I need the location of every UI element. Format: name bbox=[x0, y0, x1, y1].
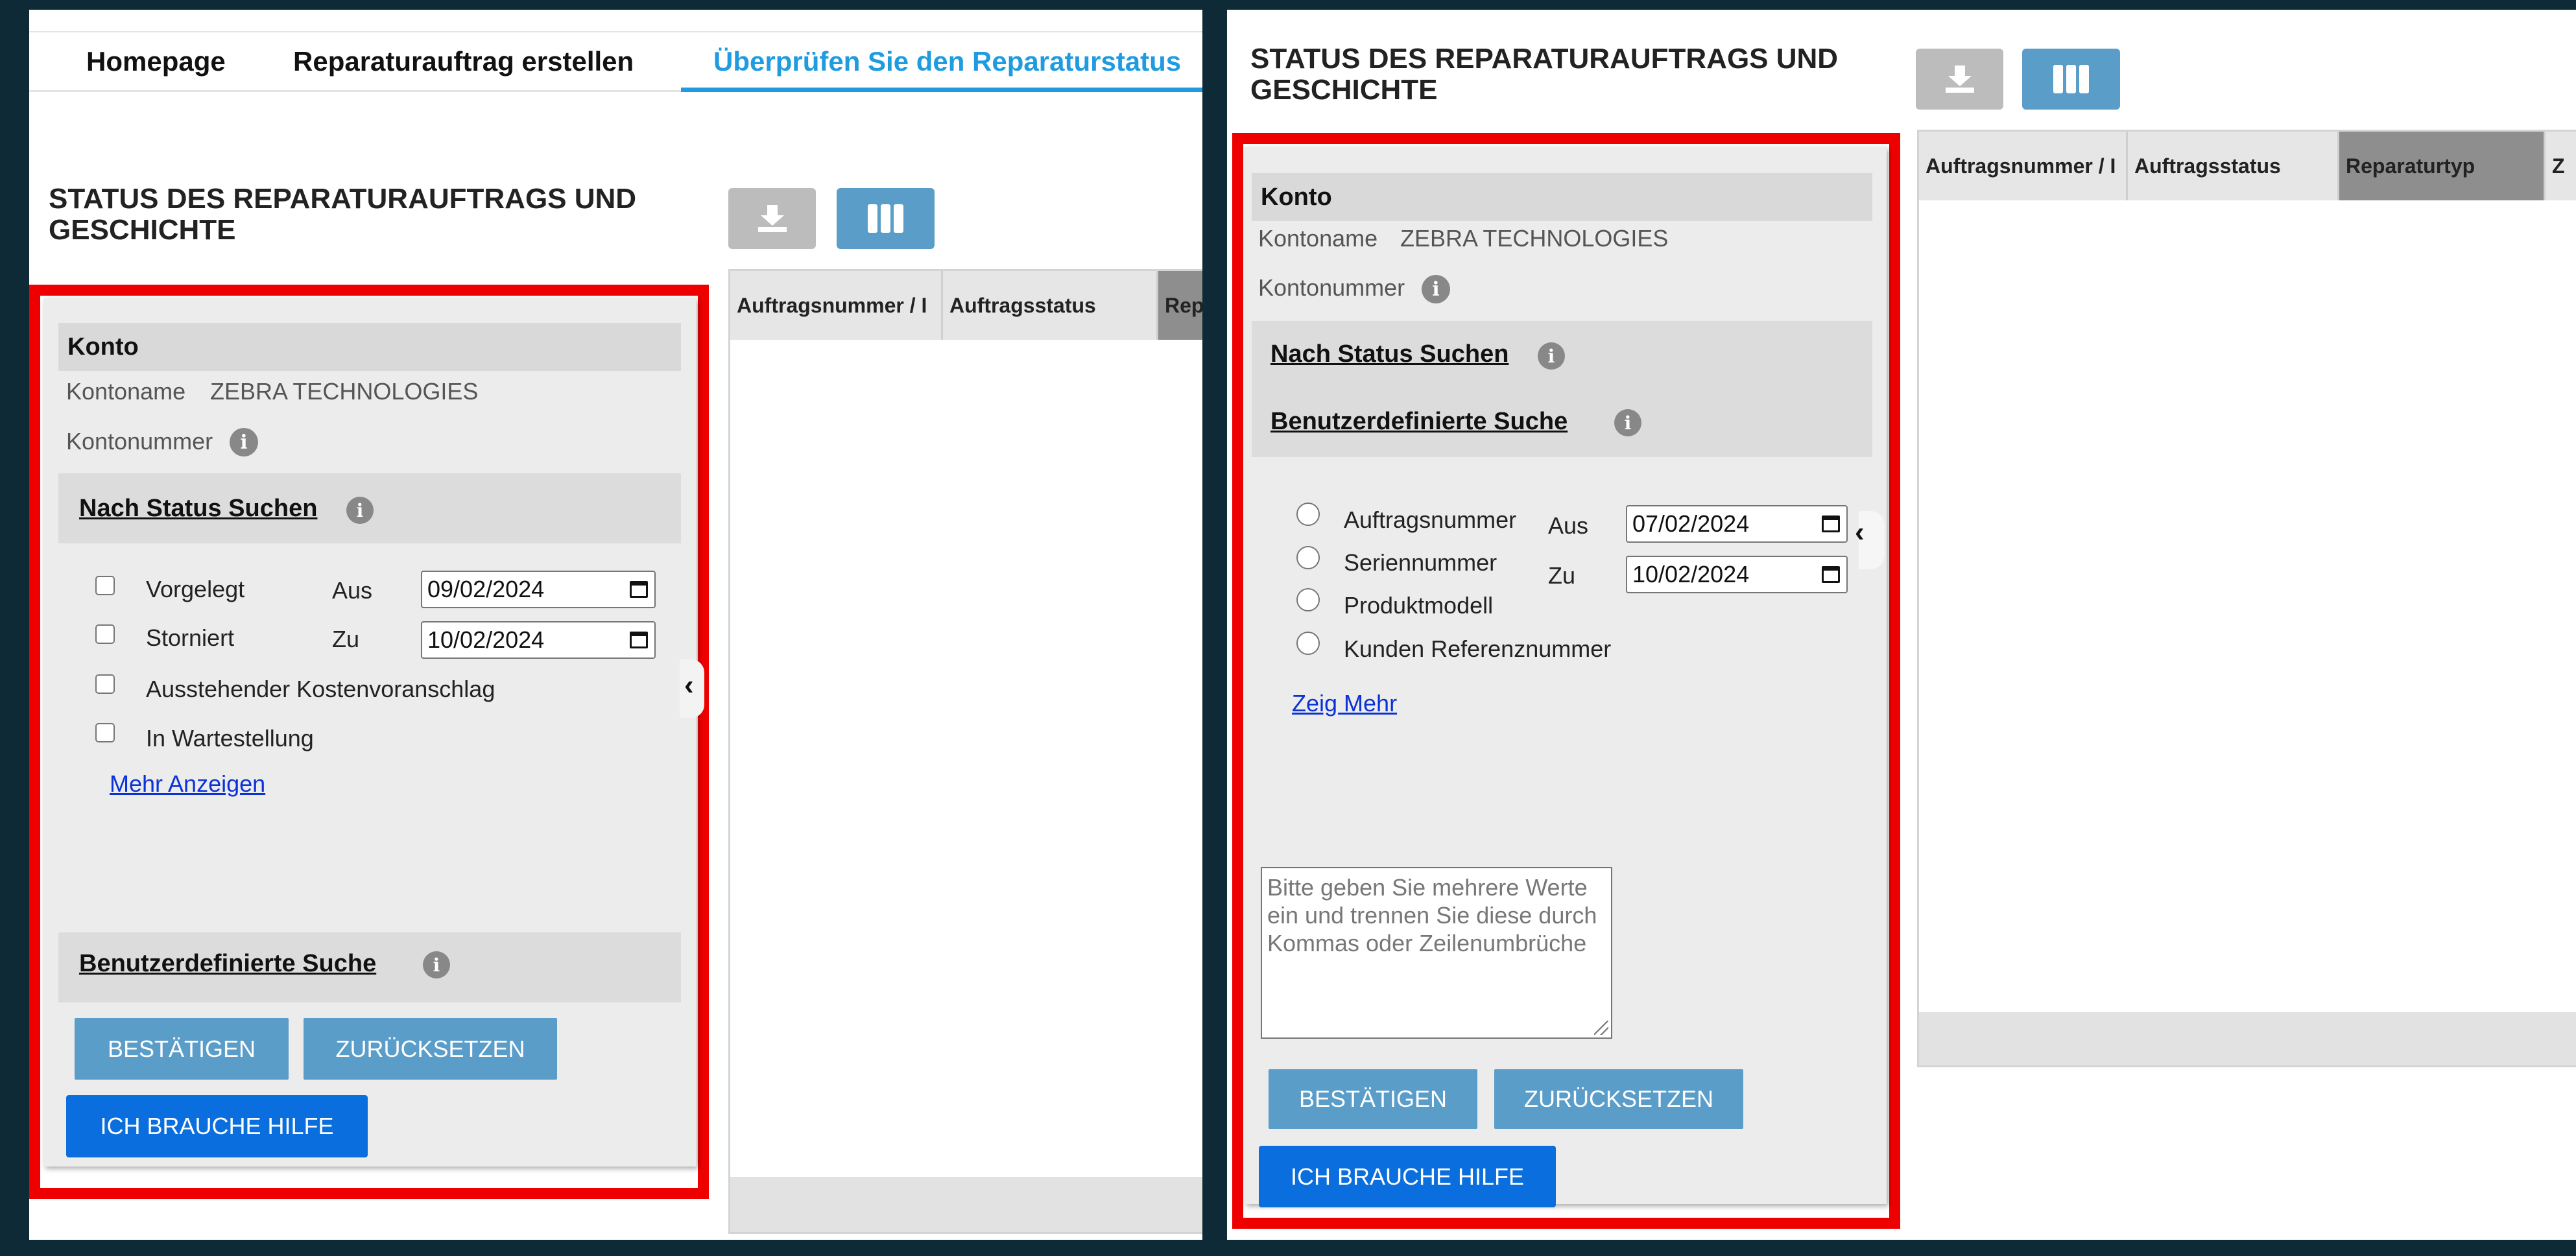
nav-homepage[interactable]: Homepage bbox=[86, 46, 226, 77]
status-label-vorgelegt: Vorgelegt bbox=[146, 576, 245, 602]
column-header-order-status[interactable]: Auftragsstatus bbox=[943, 271, 1158, 340]
info-icon[interactable]: i bbox=[1422, 275, 1450, 303]
columns-icon bbox=[2053, 65, 2089, 93]
account-number-label: Kontonummer bbox=[66, 428, 213, 455]
status-label-pending-estimate: Ausstehender Kostenvoranschlag bbox=[146, 676, 495, 702]
account-name-label: Kontoname bbox=[66, 378, 186, 405]
table-footer bbox=[1919, 1012, 2576, 1065]
download-button[interactable] bbox=[1916, 49, 2003, 110]
top-border-line bbox=[29, 31, 1202, 32]
search-by-status-link[interactable]: Nach Status Suchen bbox=[79, 495, 317, 523]
to-date-label: Zu bbox=[1548, 562, 1576, 589]
download-button[interactable] bbox=[728, 188, 816, 249]
from-date-input[interactable]: 09/02/2024 bbox=[421, 571, 656, 608]
chevron-left-icon[interactable]: ‹ bbox=[684, 669, 694, 702]
search-type-radio-product-model[interactable] bbox=[1296, 588, 1320, 611]
status-checkbox-storniert[interactable] bbox=[95, 624, 115, 644]
account-number-label: Kontonummer bbox=[1258, 274, 1405, 301]
konto-heading: Konto bbox=[58, 323, 681, 371]
nav-active-underline bbox=[681, 88, 1202, 92]
column-header-order-number[interactable]: Auftragsnummer / I bbox=[1919, 132, 2128, 200]
search-type-label-product-model: Produktmodell bbox=[1344, 592, 1494, 619]
column-header-next[interactable]: Z bbox=[2546, 132, 2576, 200]
download-icon bbox=[757, 205, 787, 232]
reset-button[interactable]: ZURÜCKSETZEN bbox=[1494, 1069, 1743, 1129]
results-table: Auftragsnummer / I Auftragsstatus Rep bbox=[728, 269, 1202, 1234]
to-date-input[interactable]: 10/02/2024 bbox=[1626, 556, 1848, 593]
calendar-icon[interactable] bbox=[630, 581, 648, 598]
info-icon[interactable]: i bbox=[346, 497, 374, 524]
to-date-value: 10/02/2024 bbox=[427, 626, 545, 653]
page-title-line1: STATUS DES REPARATURAUFTRAGS UND bbox=[49, 183, 637, 215]
account-name-value: ZEBRA TECHNOLOGIES bbox=[210, 378, 479, 405]
search-type-radio-order-number[interactable] bbox=[1296, 503, 1320, 526]
nav-check-repair-status[interactable]: Überprüfen Sie den Reparaturstatus bbox=[713, 46, 1181, 77]
show-more-link[interactable]: Mehr Anzeigen bbox=[110, 770, 265, 798]
konto-heading: Konto bbox=[1252, 173, 1872, 221]
column-header-repair-type[interactable]: Reparaturtyp bbox=[2339, 132, 2546, 200]
custom-search-link[interactable]: Benutzerdefinierte Suche bbox=[1270, 408, 1568, 436]
search-type-label-customer-reference: Kunden Referenznummer bbox=[1344, 635, 1612, 662]
search-by-status-link[interactable]: Nach Status Suchen bbox=[1270, 340, 1509, 368]
column-header-order-status[interactable]: Auftragsstatus bbox=[2128, 132, 2339, 200]
confirm-button[interactable]: BESTÄTIGEN bbox=[75, 1018, 289, 1080]
info-icon[interactable]: i bbox=[1614, 409, 1641, 436]
page-title-line2: GESCHICHTE bbox=[49, 214, 236, 246]
table-footer bbox=[730, 1177, 1202, 1232]
from-date-label: Aus bbox=[332, 577, 373, 604]
search-type-radio-customer-reference[interactable] bbox=[1296, 632, 1320, 655]
status-checkbox-on-hold[interactable] bbox=[95, 723, 115, 742]
custom-search-link[interactable]: Benutzerdefinierte Suche bbox=[79, 950, 376, 978]
search-type-radio-serial-number[interactable] bbox=[1296, 546, 1320, 569]
calendar-icon[interactable] bbox=[1822, 566, 1840, 583]
info-icon[interactable]: i bbox=[230, 428, 258, 456]
from-date-value: 09/02/2024 bbox=[427, 576, 545, 602]
search-values-textarea[interactable]: Bitte geben Sie mehrere Werte ein und tr… bbox=[1261, 867, 1612, 1039]
to-date-label: Zu bbox=[332, 626, 360, 652]
page-title: STATUS DES REPARATURAUFTRAGS UND GESCHIC… bbox=[1250, 43, 1838, 106]
textarea-placeholder: Bitte geben Sie mehrere Werte ein und tr… bbox=[1267, 874, 1597, 956]
help-button[interactable]: ICH BRAUCHE HILFE bbox=[1259, 1146, 1556, 1207]
columns-icon bbox=[867, 204, 903, 233]
search-type-label-serial-number: Seriennummer bbox=[1344, 549, 1497, 576]
account-name-value: ZEBRA TECHNOLOGIES bbox=[1400, 225, 1669, 252]
help-button[interactable]: ICH BRAUCHE HILFE bbox=[66, 1095, 368, 1157]
to-date-input[interactable]: 10/02/2024 bbox=[421, 621, 656, 659]
page-title: STATUS DES REPARATURAUFTRAGS UND GESCHIC… bbox=[49, 184, 636, 246]
page-title-line2: GESCHICHTE bbox=[1250, 74, 1438, 106]
status-checkbox-vorgelegt[interactable] bbox=[95, 576, 115, 595]
reset-button[interactable]: ZURÜCKSETZEN bbox=[304, 1018, 557, 1080]
download-icon bbox=[1945, 65, 1974, 93]
status-checkbox-pending-estimate[interactable] bbox=[95, 674, 115, 694]
resize-handle[interactable] bbox=[1594, 1021, 1608, 1035]
column-header-order-number[interactable]: Auftragsnummer / I bbox=[730, 271, 943, 340]
info-icon[interactable]: i bbox=[1538, 342, 1565, 370]
chevron-left-icon[interactable]: ‹ bbox=[1855, 516, 1865, 549]
search-type-label-order-number: Auftragsnummer bbox=[1344, 506, 1517, 533]
filter-panel: Konto Kontoname ZEBRA TECHNOLOGIES Konto… bbox=[1245, 147, 1887, 1207]
info-icon[interactable]: i bbox=[423, 951, 450, 978]
confirm-button[interactable]: BESTÄTIGEN bbox=[1269, 1069, 1477, 1129]
account-name-label: Kontoname bbox=[1258, 225, 1378, 252]
filter-panel: Konto Kontoname ZEBRA TECHNOLOGIES Konto… bbox=[43, 298, 697, 1167]
screenshot-left: Homepage Reparaturauftrag erstellen Über… bbox=[29, 10, 1202, 1240]
show-more-link[interactable]: Zeig Mehr bbox=[1292, 690, 1397, 717]
calendar-icon[interactable] bbox=[630, 632, 648, 648]
to-date-value: 10/02/2024 bbox=[1632, 561, 1750, 587]
status-label-on-hold: In Wartestellung bbox=[146, 725, 314, 752]
columns-button[interactable] bbox=[837, 188, 935, 249]
from-date-value: 07/02/2024 bbox=[1632, 510, 1750, 537]
calendar-icon[interactable] bbox=[1822, 515, 1840, 532]
from-date-input[interactable]: 07/02/2024 bbox=[1626, 505, 1848, 543]
results-table: Auftragsnummer / I Auftragsstatus Repara… bbox=[1917, 130, 2576, 1067]
page-title-line1: STATUS DES REPARATURAUFTRAGS UND bbox=[1250, 43, 1839, 75]
screenshot-right: STATUS DES REPARATURAUFTRAGS UND GESCHIC… bbox=[1227, 10, 2576, 1240]
from-date-label: Aus bbox=[1548, 512, 1589, 539]
nav-underline bbox=[29, 90, 684, 92]
columns-button[interactable] bbox=[2022, 49, 2120, 110]
column-header-repair-type[interactable]: Rep bbox=[1158, 271, 1202, 340]
status-label-storniert: Storniert bbox=[146, 624, 235, 651]
nav-create-repair-order[interactable]: Reparaturauftrag erstellen bbox=[293, 46, 634, 77]
